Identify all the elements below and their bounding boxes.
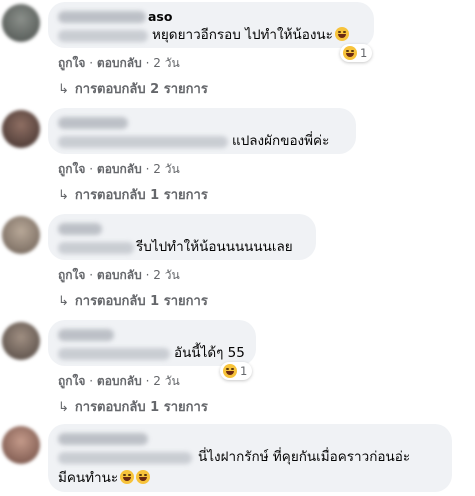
view-replies-link[interactable]: ↳ การตอบกลับ 1 รายการ — [58, 184, 208, 205]
commenter-name-redacted[interactable] — [58, 223, 102, 235]
avatar[interactable] — [2, 322, 40, 360]
commenter-name-redacted[interactable] — [58, 11, 146, 23]
avatar[interactable] — [2, 216, 40, 254]
reply-button[interactable]: ตอบกลับ — [97, 268, 142, 282]
laughing-face-icon — [136, 470, 151, 484]
like-button[interactable]: ถูกใจ — [58, 374, 85, 388]
commenter-subtitle-redacted — [58, 242, 134, 254]
comment-actions: ถูกใจ · ตอบกลับ · 2 วัน — [58, 162, 180, 176]
comment-time[interactable]: 2 วัน — [153, 56, 179, 70]
comment-actions: ถูกใจ · ตอบกลับ · 2 วัน — [58, 56, 180, 70]
comment-bubble: แปลงผักของพี่ค่ะ — [48, 108, 356, 154]
commenter-name-redacted[interactable] — [58, 329, 114, 341]
comment-actions: ถูกใจ · ตอบกลับ · 2 วัน — [58, 374, 180, 388]
laughing-face-icon — [343, 46, 357, 60]
comments-thread: aso หยุดยาวอีกรอบ ไปทำให้น้องนะ 1 ถูกใจ … — [0, 0, 475, 496]
like-button[interactable]: ถูกใจ — [58, 268, 85, 282]
comment-bubble: อันนี้ได้ๆ 55 — [48, 320, 256, 366]
commenter-name-redacted[interactable] — [58, 433, 148, 445]
reaction-count[interactable]: 1 — [220, 362, 253, 380]
comment-bubble: รีบไปทำให้น้อนนนนนนเลย — [48, 214, 316, 260]
comment-text: รีบไปทำให้น้อนนนนนนเลย — [136, 239, 293, 255]
commenter-subtitle-redacted — [58, 136, 228, 148]
view-replies-link[interactable]: ↳ การตอบกลับ 1 รายการ — [58, 396, 208, 417]
reply-button[interactable]: ตอบกลับ — [97, 56, 142, 70]
comment-text: แปลงผักของพี่ค่ะ — [232, 133, 330, 149]
commenter-subtitle-redacted — [58, 348, 170, 360]
laughing-face-icon — [223, 364, 237, 378]
comment-text: อันนี้ได้ๆ 55 — [174, 345, 245, 361]
reply-arrow-icon: ↳ — [58, 82, 69, 97]
comment-text: หยุดยาวอีกรอบ ไปทำให้น้องนะ — [152, 26, 349, 44]
reply-button[interactable]: ตอบกลับ — [97, 374, 142, 388]
reaction-count[interactable]: 1 — [340, 44, 373, 62]
commenter-subtitle-redacted — [58, 30, 148, 42]
avatar[interactable] — [2, 426, 40, 464]
laughing-face-icon — [120, 470, 135, 484]
avatar[interactable] — [2, 4, 40, 42]
comment-time[interactable]: 2 วัน — [153, 374, 179, 388]
reply-arrow-icon: ↳ — [58, 400, 69, 415]
reply-arrow-icon: ↳ — [58, 294, 69, 309]
reply-arrow-icon: ↳ — [58, 188, 69, 203]
commenter-name-redacted[interactable] — [58, 117, 128, 129]
comment-bubble: นี่ไงฝากรักษ์ ที่คุยกันเมื่อคราวก่อนอ่ะ … — [48, 424, 452, 492]
reply-button[interactable]: ตอบกลับ — [97, 162, 142, 176]
comment-bubble: aso หยุดยาวอีกรอบ ไปทำให้น้องนะ — [48, 2, 374, 48]
view-replies-link[interactable]: ↳ การตอบกลับ 1 รายการ — [58, 290, 208, 311]
comment-text: นี่ไงฝากรักษ์ ที่คุยกันเมื่อคราวก่อนอ่ะ — [198, 449, 411, 465]
comment-time[interactable]: 2 วัน — [153, 268, 179, 282]
avatar[interactable] — [2, 110, 40, 148]
commenter-subtitle-redacted — [58, 452, 192, 464]
comment-text-line2: มีคนทำนะ — [58, 469, 151, 487]
view-replies-link[interactable]: ↳ การตอบกลับ 2 รายการ — [58, 78, 208, 99]
comment-actions: ถูกใจ · ตอบกลับ · 2 วัน — [58, 268, 180, 282]
comment-time[interactable]: 2 วัน — [153, 162, 179, 176]
like-button[interactable]: ถูกใจ — [58, 56, 85, 70]
commenter-name[interactable]: aso — [148, 9, 172, 24]
grinning-squint-face-icon — [334, 27, 349, 41]
like-button[interactable]: ถูกใจ — [58, 162, 85, 176]
